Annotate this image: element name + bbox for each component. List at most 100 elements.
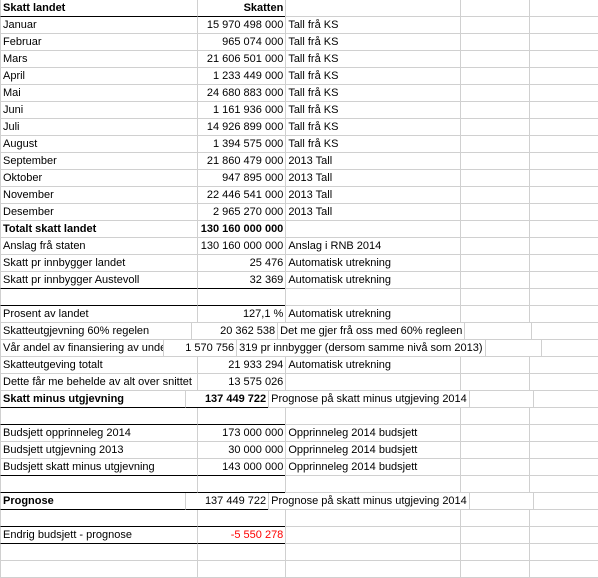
- row-value: 1 570 756: [163, 340, 237, 357]
- table-row: Mars 21 606 501 000 Tall frå KS: [0, 51, 598, 68]
- row-note: Automatisk utrekning: [285, 306, 460, 323]
- table-row: Oktober 947 895 000 2013 Tall: [0, 170, 598, 187]
- table-row: Skatt pr innbygger landet 25 476 Automat…: [0, 255, 598, 272]
- prognose-note: Prognose på skatt minus utgjeving 2014: [268, 493, 469, 510]
- spreadsheet: Skatt landet Skatten Januar 15 970 498 0…: [0, 0, 598, 578]
- row-label: Vår andel av finansiering av under 90%: [0, 340, 163, 357]
- endring-label: Endrig budsjett - prognose: [0, 527, 197, 544]
- row-label: Juli: [0, 119, 197, 136]
- table-row: Skatt minus utgjevning 137 449 722 Progn…: [0, 391, 598, 408]
- row-note: Opprinneleg 2014 budsjett: [285, 425, 460, 442]
- row-value: 1 394 575 000: [197, 136, 286, 153]
- table-row: April 1 233 449 000 Tall frå KS: [0, 68, 598, 85]
- row-note: [285, 221, 460, 238]
- row-value: 24 680 883 000: [197, 85, 286, 102]
- row-value: 965 074 000: [197, 34, 286, 51]
- table-row: Vår andel av finansiering av under 90% 1…: [0, 340, 598, 357]
- prognose-label: Prognose: [0, 493, 185, 510]
- row-label: Dette får me behelde av alt over snittet: [0, 374, 197, 391]
- row-label: Mars: [0, 51, 197, 68]
- row-label: Budsjett skatt minus utgjevning: [0, 459, 197, 476]
- table-row: August 1 394 575 000 Tall frå KS: [0, 136, 598, 153]
- table-row: Skatteutgeving totalt 21 933 294 Automat…: [0, 357, 598, 374]
- row-value: 30 000 000: [197, 442, 286, 459]
- row-value: 20 362 538: [191, 323, 277, 340]
- header-col-c: [285, 0, 460, 17]
- row-label: Skatteutgeving totalt: [0, 357, 197, 374]
- row-note: 2013 Tall: [285, 170, 460, 187]
- row-note: Prognose på skatt minus utgjeving 2014: [268, 391, 469, 408]
- row-label: Prosent av landet: [0, 306, 197, 323]
- row-label: April: [0, 68, 197, 85]
- row-note: Tall frå KS: [285, 51, 460, 68]
- row-value: 21 606 501 000: [197, 51, 286, 68]
- row-label: Skatt minus utgjevning: [0, 391, 185, 408]
- table-row: Skatteutgjevning 60% regelen 20 362 538 …: [0, 323, 598, 340]
- row-note: Tall frå KS: [285, 17, 460, 34]
- table-row: September 21 860 479 000 2013 Tall: [0, 153, 598, 170]
- row-note: Automatisk utrekning: [285, 357, 460, 374]
- row-label: September: [0, 153, 197, 170]
- row-label: Budsjett utgjevning 2013: [0, 442, 197, 459]
- table-row: Skatt pr innbygger Austevoll 32 369 Auto…: [0, 272, 598, 289]
- row-label: Totalt skatt landet: [0, 221, 197, 238]
- table-row: Budsjett utgjevning 2013 30 000 000 Oppr…: [0, 442, 598, 459]
- row-label: Skatt pr innbygger Austevoll: [0, 272, 197, 289]
- row-label: Skatt pr innbygger landet: [0, 255, 197, 272]
- row-value: 21 860 479 000: [197, 153, 286, 170]
- row-label: Desember: [0, 204, 197, 221]
- table-row: Budsjett skatt minus utgjevning 143 000 …: [0, 459, 598, 476]
- row-label: August: [0, 136, 197, 153]
- row-note: 2013 Tall: [285, 153, 460, 170]
- row-value: 13 575 026: [197, 374, 286, 391]
- table-row: Juli 14 926 899 000 Tall frå KS: [0, 119, 598, 136]
- row-label: Mai: [0, 85, 197, 102]
- row-note: Automatisk utrekning: [285, 255, 460, 272]
- row-value: 173 000 000: [197, 425, 286, 442]
- row-note: Automatisk utrekning: [285, 272, 460, 289]
- row-note: Tall frå KS: [285, 102, 460, 119]
- table-row: Mai 24 680 883 000 Tall frå KS: [0, 85, 598, 102]
- row-note: Tall frå KS: [285, 68, 460, 85]
- row-note: Tall frå KS: [285, 136, 460, 153]
- row-note: Anslag i RNB 2014: [285, 238, 460, 255]
- header-col-b: Skatten: [197, 0, 286, 17]
- endring-value: -5 550 278: [197, 527, 286, 544]
- row-value: 143 000 000: [197, 459, 286, 476]
- row-note: Det me gjer frå oss med 60% regleen: [277, 323, 464, 340]
- table-row: Januar 15 970 498 000 Tall frå KS: [0, 17, 598, 34]
- row-label: Anslag frå staten: [0, 238, 197, 255]
- row-label: Skatteutgjevning 60% regelen: [0, 323, 191, 340]
- row-label: Oktober: [0, 170, 197, 187]
- row-note: [285, 374, 460, 391]
- row-value: 25 476: [197, 255, 286, 272]
- row-note: Tall frå KS: [285, 119, 460, 136]
- table-row: Juni 1 161 936 000 Tall frå KS: [0, 102, 598, 119]
- blank-row: [0, 510, 598, 527]
- row-value: 1 161 936 000: [197, 102, 286, 119]
- row-label: November: [0, 187, 197, 204]
- row-note: Tall frå KS: [285, 85, 460, 102]
- blank-row: [0, 544, 598, 561]
- row-value: 21 933 294: [197, 357, 286, 374]
- blank-row: [0, 408, 598, 425]
- row-note: 2013 Tall: [285, 204, 460, 221]
- table-row: Februar 965 074 000 Tall frå KS: [0, 34, 598, 51]
- row-label: Januar: [0, 17, 197, 34]
- blank-row: [0, 561, 598, 578]
- prognose-value: 137 449 722: [185, 493, 268, 510]
- row-value: 1 233 449 000: [197, 68, 286, 85]
- row-value: 137 449 722: [185, 391, 268, 408]
- row-value: 32 369: [197, 272, 286, 289]
- table-row: Desember 2 965 270 000 2013 Tall: [0, 204, 598, 221]
- table-row: Dette får me behelde av alt over snittet…: [0, 374, 598, 391]
- table-row: Prosent av landet 127,1 % Automatisk utr…: [0, 306, 598, 323]
- row-label: Juni: [0, 102, 197, 119]
- row-value: 14 926 899 000: [197, 119, 286, 136]
- endring-note: [285, 527, 460, 544]
- blank-row: [0, 289, 598, 306]
- row-note: Opprinneleg 2014 budsjett: [285, 442, 460, 459]
- row-value: 22 446 541 000: [197, 187, 286, 204]
- row-note: Opprinneleg 2014 budsjett: [285, 459, 460, 476]
- endring-row: Endrig budsjett - prognose -5 550 278: [0, 527, 598, 544]
